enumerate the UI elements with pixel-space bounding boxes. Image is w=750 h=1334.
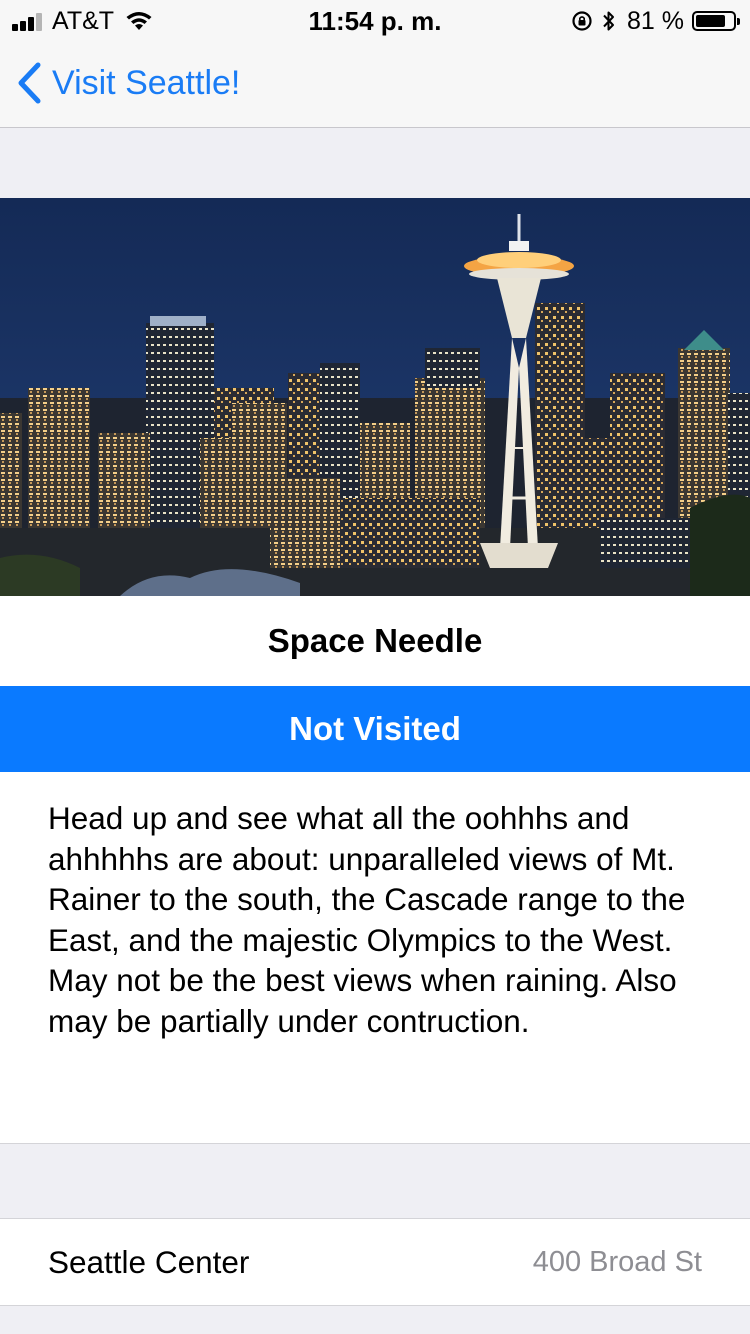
location-name: Seattle Center	[48, 1244, 250, 1280]
bluetooth-icon	[603, 11, 615, 31]
skyline-photo	[0, 198, 750, 596]
battery-icon	[692, 11, 740, 31]
status-bar: AT&T 11:54 p. m. 81 %	[0, 0, 750, 40]
description-box: Head up and see what all the oohhhs and …	[0, 772, 750, 1144]
navigation-bar: Visit Seattle!	[0, 40, 750, 128]
location-row[interactable]: Seattle Center 400 Broad St	[0, 1218, 750, 1306]
title-row: Space Needle	[0, 596, 750, 686]
status-right: 81 %	[571, 6, 740, 36]
place-description: Head up and see what all the oohhhs and …	[48, 800, 686, 1039]
screen: AT&T 11:54 p. m. 81 % Visit Seattle! Spa…	[0, 0, 750, 1334]
hero-image	[0, 198, 750, 596]
location-address: 400 Broad St	[532, 1246, 702, 1278]
visit-status-button[interactable]: Not Visited	[0, 686, 750, 772]
chevron-left-icon	[18, 62, 41, 104]
place-title: Space Needle	[267, 622, 483, 659]
rotation-lock-icon	[572, 11, 592, 31]
back-button-label: Visit Seattle!	[52, 63, 241, 102]
battery-percent: 81 %	[627, 6, 684, 35]
back-button[interactable]: Visit Seattle!	[16, 58, 240, 108]
